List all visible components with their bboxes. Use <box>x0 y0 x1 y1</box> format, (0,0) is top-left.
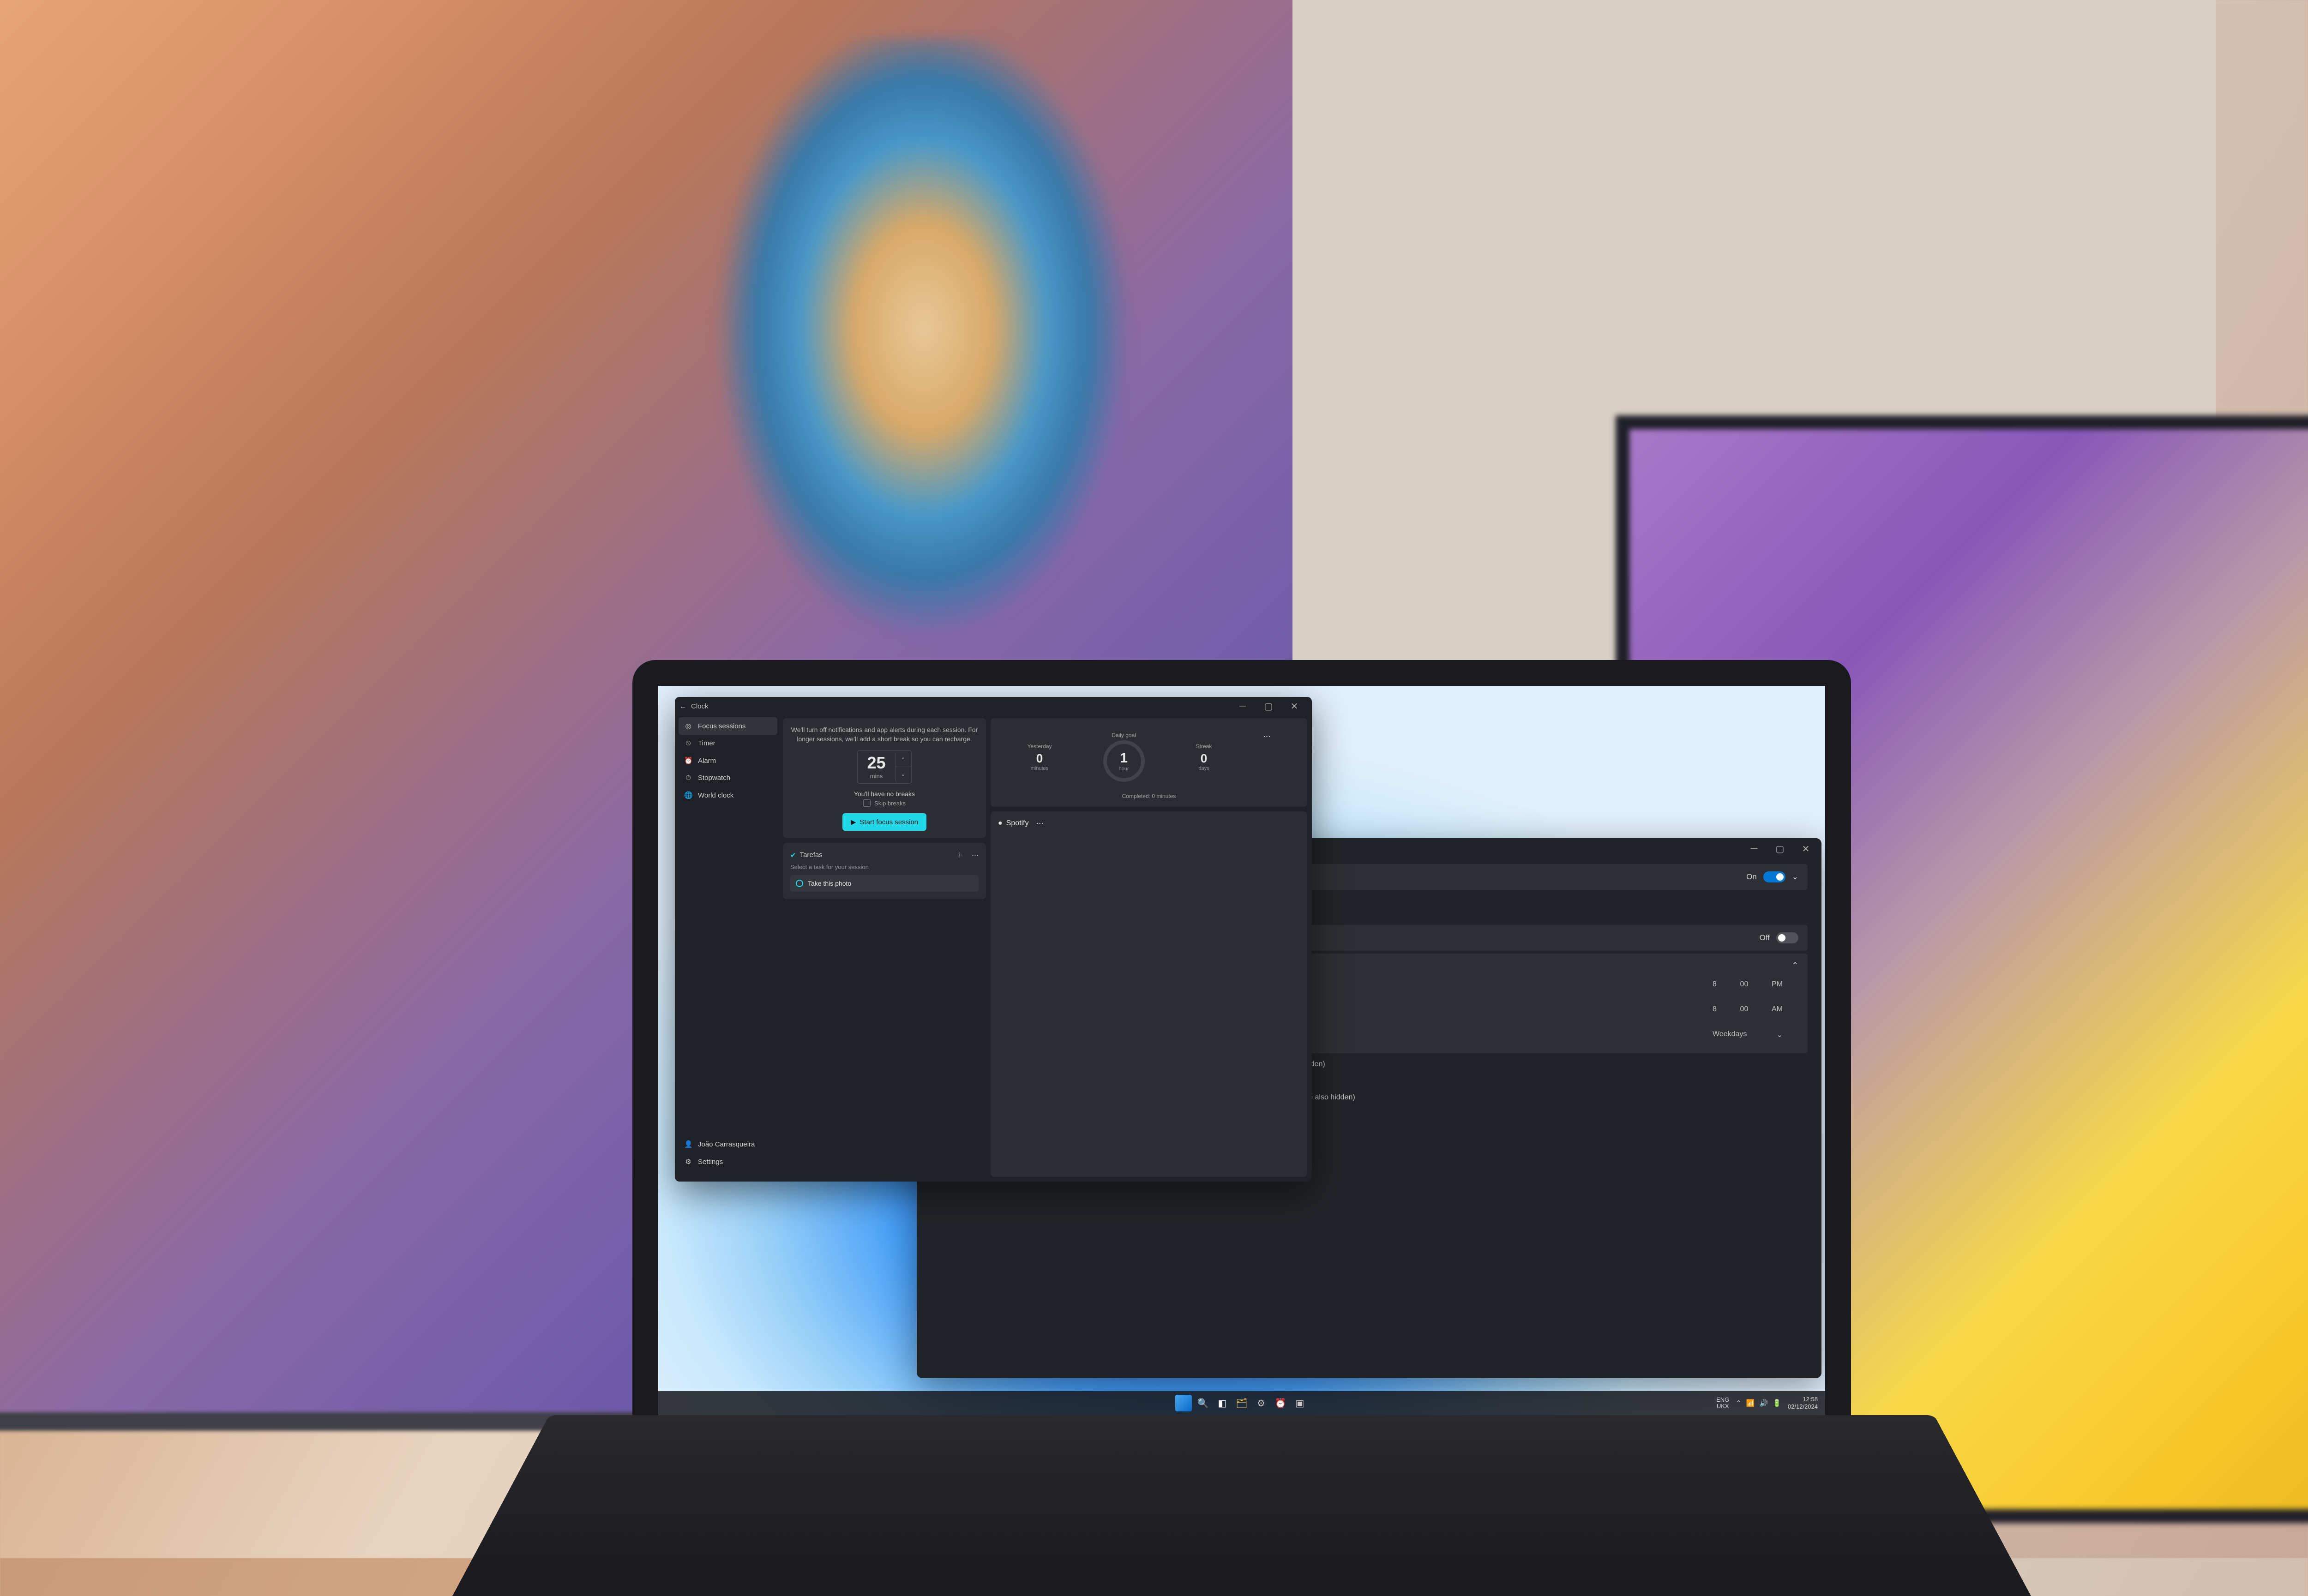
target-icon: ◎ <box>684 722 692 730</box>
maximize-button[interactable]: ▢ <box>1256 701 1281 712</box>
repeat-dropdown[interactable]: Weekdays ⌄ <box>1706 1026 1789 1043</box>
focus-unit: mins <box>858 773 895 783</box>
tasks-subheading: Select a task for your session <box>790 864 979 870</box>
settings-taskbar-icon[interactable]: ⚙ <box>1253 1395 1269 1411</box>
chevron-down-icon: ⌄ <box>1792 872 1798 882</box>
completed-text: Completed: 0 minutes <box>998 793 1300 799</box>
add-task-button[interactable]: ＋ <box>956 850 963 860</box>
nav-focus-sessions[interactable]: ◎ Focus sessions <box>679 717 777 735</box>
start-label: Start focus session <box>859 818 918 826</box>
task-circle-icon[interactable] <box>796 880 803 887</box>
chevron-down-icon: ⌄ <box>1777 1030 1783 1039</box>
skip-label: Skip breaks <box>874 800 906 807</box>
start-button[interactable] <box>1175 1395 1192 1411</box>
clock-window[interactable]: ← Clock ─ ▢ ✕ ◎ Focus sessions ⏲ Timer <box>675 697 1312 1182</box>
check-icon: ✔ <box>790 851 796 859</box>
progress-ring: 1 hour <box>1103 740 1145 782</box>
nav-label: Settings <box>698 1158 723 1166</box>
nav-stopwatch[interactable]: ⏱ Stopwatch <box>679 769 777 786</box>
row-trailing-text: On <box>1746 872 1757 882</box>
laptop-screen: ─ ▢ ✕ ✴ Accessibility 🛡 Privacy & securi… <box>658 686 1825 1415</box>
more-icon[interactable]: ⋯ <box>1036 819 1044 828</box>
volume-icon[interactable]: 🔊 <box>1760 1399 1768 1407</box>
stat-yesterday: Yesterday 0 minutes <box>1028 743 1052 771</box>
stat-daily-goal[interactable]: Daily goal 1 hour <box>1103 732 1145 782</box>
toggle-off[interactable] <box>1776 932 1798 943</box>
start-focus-button[interactable]: ▶ Start focus session <box>842 813 926 831</box>
focus-duration-stepper[interactable]: 25 mins ⌃ ⌄ <box>857 750 911 784</box>
clock-titlebar: ← Clock ─ ▢ ✕ <box>675 697 1312 715</box>
minimize-button[interactable]: ─ <box>1230 701 1256 712</box>
laptop-keyboard <box>452 1415 2031 1596</box>
clock-taskbar-icon[interactable]: ⏰ <box>1272 1395 1289 1411</box>
focus-session-card: We'll turn off notifications and app ale… <box>783 718 986 838</box>
battery-icon[interactable]: 🔋 <box>1773 1399 1781 1407</box>
tasks-card: ✔ Tarefas ＋ ⋯ Select a task for your ses… <box>783 843 986 899</box>
turn-on-time[interactable]: 8 00 PM <box>1706 977 1789 992</box>
focus-minutes: 25 <box>858 750 895 773</box>
user-account[interactable]: 👤 João Carrasqueira <box>679 1135 777 1153</box>
tasks-heading: Tarefas <box>800 851 823 859</box>
nav-world-clock[interactable]: 🌐 World clock <box>679 786 777 804</box>
chevron-up-icon[interactable]: ⌃ <box>1792 961 1798 970</box>
nav-label: Stopwatch <box>698 774 730 782</box>
alarm-icon: ⏰ <box>684 756 692 765</box>
timer-icon: ⏲ <box>684 739 692 747</box>
nav-label: World clock <box>698 792 733 799</box>
task-item[interactable]: Take this photo <box>790 875 979 892</box>
close-button[interactable]: ✕ <box>1281 701 1307 712</box>
app-icon[interactable]: ▣ <box>1292 1395 1308 1411</box>
breaks-info: You'll have no breaks <box>790 790 979 798</box>
language-indicator[interactable]: ENG UKX <box>1716 1397 1729 1410</box>
spotify-heading: Spotify <box>1006 819 1029 828</box>
decrement-button[interactable]: ⌄ <box>896 767 911 781</box>
search-icon[interactable]: 🔍 <box>1195 1395 1211 1411</box>
chevron-up-icon[interactable]: ⌃ <box>1736 1399 1742 1407</box>
gear-icon: ⚙ <box>684 1158 692 1166</box>
increment-button[interactable]: ⌃ <box>896 753 911 767</box>
globe-icon: 🌐 <box>684 791 692 799</box>
nav-settings[interactable]: ⚙ Settings <box>679 1153 777 1170</box>
explorer-icon[interactable]: 🗂 <box>1233 1395 1250 1411</box>
taskbar-pinned: 🔍 ◧ 🗂 ⚙ ⏰ ▣ <box>1175 1395 1308 1411</box>
nav-label: Focus sessions <box>698 722 745 730</box>
stopwatch-icon: ⏱ <box>684 774 692 782</box>
checkbox-unchecked[interactable] <box>863 799 871 807</box>
more-icon[interactable]: ⋯ <box>1263 732 1270 741</box>
off-label: Off <box>1760 933 1770 942</box>
skip-breaks-checkbox[interactable]: Skip breaks <box>790 799 979 807</box>
focus-description: We'll turn off notifications and app ale… <box>790 726 979 744</box>
taskbar: 🔍 ◧ 🗂 ⚙ ⏰ ▣ ENG UKX ⌃ 📶 🔊 🔋 <box>658 1391 1825 1415</box>
nav-label: Timer <box>698 739 715 747</box>
turn-off-time[interactable]: 8 00 AM <box>1706 1002 1789 1017</box>
task-view-icon[interactable]: ◧ <box>1214 1395 1231 1411</box>
wifi-icon[interactable]: 📶 <box>1746 1399 1755 1407</box>
maximize-button[interactable]: ▢ <box>1767 838 1793 859</box>
minimize-button[interactable]: ─ <box>1741 838 1767 859</box>
user-name: João Carrasqueira <box>698 1140 755 1148</box>
spotify-icon: ● <box>998 819 1003 828</box>
laptop: ─ ▢ ✕ ✴ Accessibility 🛡 Privacy & securi… <box>632 660 1851 1558</box>
taskbar-clock[interactable]: 12:58 02/12/2024 <box>1788 1396 1818 1410</box>
close-button[interactable]: ✕ <box>1793 838 1819 859</box>
daily-progress-card: Yesterday 0 minutes Daily goal 1 hour <box>991 718 1307 807</box>
more-icon[interactable]: ⋯ <box>972 851 979 859</box>
back-icon[interactable]: ← <box>679 702 686 710</box>
nav-alarm[interactable]: ⏰ Alarm <box>679 752 777 769</box>
clock-main: We'll turn off notifications and app ale… <box>781 715 1312 1182</box>
nav-label: Alarm <box>698 757 716 765</box>
app-title: Clock <box>691 702 709 710</box>
person-icon: 👤 <box>684 1140 692 1148</box>
play-icon: ▶ <box>851 818 856 826</box>
task-label: Take this photo <box>808 880 851 887</box>
stat-streak: Streak 0 days <box>1196 743 1212 771</box>
system-tray[interactable]: ENG UKX ⌃ 📶 🔊 🔋 12:58 02/12/2024 <box>1716 1396 1825 1410</box>
spotify-card[interactable]: ● Spotify ⋯ <box>991 811 1307 1177</box>
clock-sidebar: ◎ Focus sessions ⏲ Timer ⏰ Alarm ⏱ Stopw… <box>675 715 781 1182</box>
nav-timer[interactable]: ⏲ Timer <box>679 735 777 752</box>
toggle-on[interactable] <box>1763 871 1785 882</box>
